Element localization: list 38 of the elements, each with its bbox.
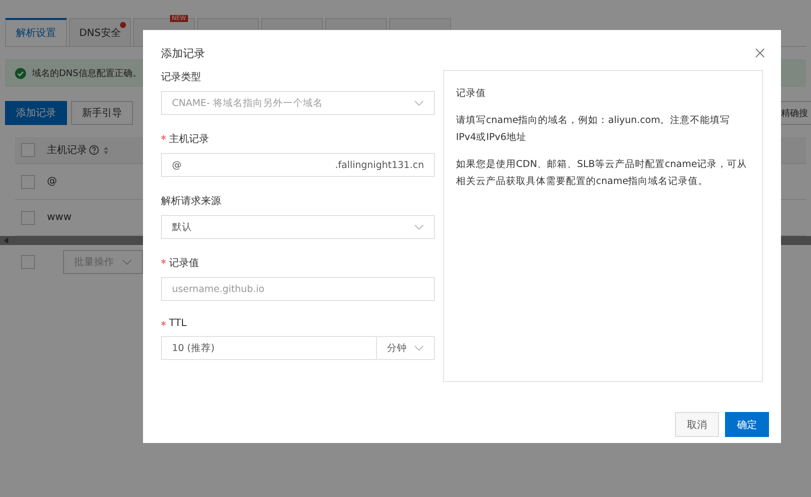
alert-text: 域名的DNS信息配置正确。 [32, 68, 142, 80]
table-cell: @ [47, 176, 57, 187]
tab[interactable]: DNS安全 [69, 18, 131, 46]
help-icon [89, 145, 99, 155]
chevron-down-icon [414, 344, 424, 352]
sort-icon[interactable] [103, 146, 109, 154]
dialog-button[interactable]: 取消 [675, 412, 719, 437]
field-label: 记录类型 [161, 70, 201, 84]
field-label: 解析请求来源 [161, 194, 221, 208]
checkbox[interactable] [21, 255, 35, 269]
input-field[interactable]: username.github.io [161, 277, 435, 301]
toolbar-button[interactable]: 新手引导 [71, 101, 133, 125]
check-circle-icon [15, 68, 26, 78]
search-button[interactable]: 精确搜 [778, 101, 811, 125]
chevron-down-icon [414, 100, 424, 106]
unit-select[interactable]: 分钟 [377, 336, 435, 360]
chevron-down-icon [122, 258, 132, 266]
scroll-left-icon[interactable] [4, 237, 9, 244]
field-label: TTL [169, 318, 187, 329]
checkbox[interactable] [21, 174, 35, 188]
help-title: 记录值 [456, 87, 487, 101]
checkbox[interactable] [21, 210, 35, 224]
chevron-down-icon [414, 224, 424, 230]
field-label: 记录值 [169, 257, 199, 270]
checkbox[interactable] [21, 143, 35, 157]
help-text: 请填写cname指向的域名，例如：aliyun.com。注意不能填写IPv4或IPv6地址 [456, 114, 732, 145]
select-field[interactable]: 默认 [161, 215, 435, 239]
table-cell: www [47, 212, 72, 223]
input-field[interactable]: @ .fallingnight131.cn [161, 153, 435, 177]
dialog-title: 添加记录 [161, 46, 205, 60]
tab[interactable]: 解析设置 [5, 18, 67, 46]
column-header: 主机记录 [47, 144, 87, 157]
dialog-button[interactable]: 确定 [725, 412, 769, 437]
help-text: 如果您是使用CDN、邮箱、SLB等云产品时配置cname记录，可从相关云产品获取具体需要配置的cname指向域名记录值。 [456, 158, 748, 189]
toolbar-button[interactable]: 添加记录 [5, 101, 67, 125]
input-field[interactable]: 10 (推荐) [161, 336, 377, 360]
field-label: 主机记录 [169, 132, 209, 146]
close-icon[interactable] [755, 48, 765, 58]
